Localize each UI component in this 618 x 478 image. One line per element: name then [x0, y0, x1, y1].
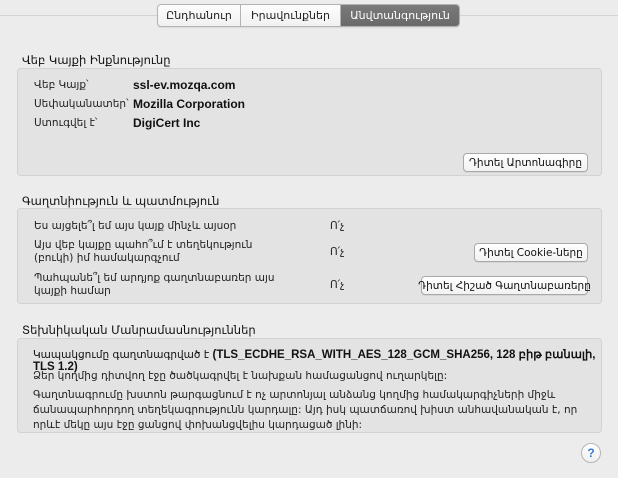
visited-before-question: Ես այցելե՞լ եմ այս կայք մինչև այսօր [34, 220, 237, 232]
view-saved-passwords-button[interactable]: Դիտել Հիշած Գաղտնաբառերը [418, 276, 591, 295]
verified-by-label: Ստուգվել է՝ [34, 117, 98, 129]
help-button[interactable]: ? [581, 443, 601, 463]
technical-box: Կապակցումը գաղտնագրված է (TLS_ECDHE_RSA_… [17, 338, 602, 433]
stores-cookies-question: Այս վեբ կայքը պահո՞ւմ է տեղեկություն (բո… [34, 239, 253, 264]
technical-section-title: Տեխնիկական Մանրամասնություններ [22, 323, 256, 337]
encryption-explanation: Գաղտնագրումը խստոն թարգացնում է ոչ արտոն… [33, 389, 578, 431]
website-label: Վեբ Կայք՝ [34, 79, 89, 91]
verified-by-value: DigiCert Inc [133, 116, 201, 130]
privacy-section-title: Գաղտնիություն և պատմություն [22, 194, 220, 208]
tab-bar: Ընդհանուր Իրավունքներ Անվտանգություն [157, 4, 460, 27]
saved-passwords-answer: Ո՛չ [330, 279, 345, 291]
saved-passwords-question: Պահպանե՞լ եմ արդյոք գաղտնաբառեր այս կայք… [34, 272, 275, 297]
owner-value: Mozilla Corporation [133, 97, 245, 111]
view-cookies-button[interactable]: Դիտել Cookie-ները [474, 243, 588, 262]
identity-box: Վեբ Կայք՝ ssl-ev.mozqa.com Սեփականատեր՝ … [17, 68, 602, 176]
visited-before-answer: Ո՛չ [330, 220, 345, 232]
tab-security[interactable]: Անվտանգություն [341, 5, 459, 26]
tab-permissions[interactable]: Իրավունքներ [241, 5, 341, 26]
view-certificate-button[interactable]: Դիտել Արտոնագիրը [463, 153, 588, 172]
tab-general[interactable]: Ընդհանուր [158, 5, 241, 26]
owner-label: Սեփականատեր՝ [34, 98, 129, 110]
privacy-box: Ես այցելե՞լ եմ այս կայք մինչև այսօր Ո՛չ … [17, 208, 602, 304]
identity-section-title: Վեբ Կայքի Ինքնությունը [22, 53, 171, 67]
encryption-note: Ձեր կողմից դիտվող էջը ծածկագրվել է նախքա… [33, 370, 448, 382]
website-value: ssl-ev.mozqa.com [133, 78, 236, 92]
stores-cookies-answer: Ո՛չ [330, 246, 345, 258]
